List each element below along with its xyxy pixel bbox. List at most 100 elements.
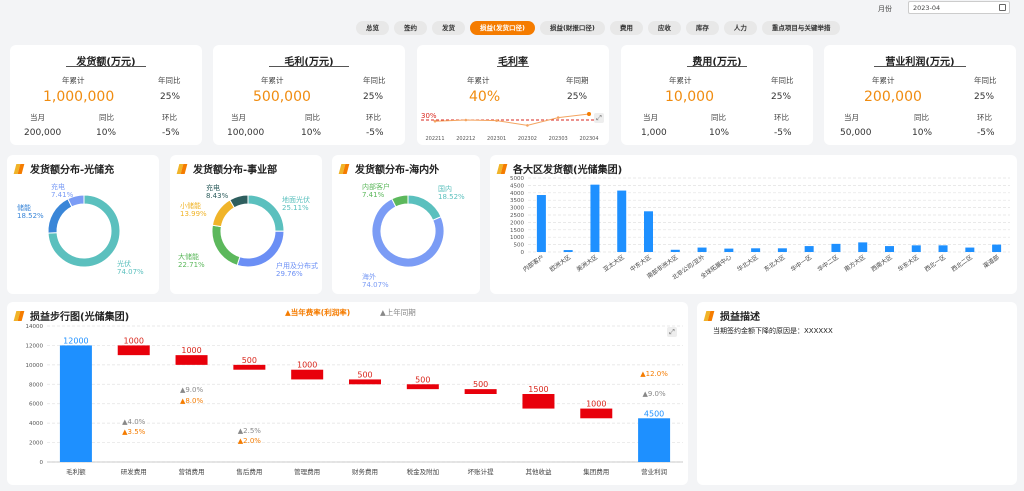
kpi-card-operating-profit: 营业利润(万元) 年累计 年同比 200,000 25% 当月 同比 环比 50… xyxy=(824,45,1016,145)
tab-inventory[interactable]: 库存 xyxy=(685,21,719,35)
slice-name-label: 储能 xyxy=(17,203,31,212)
slice-name-label: 内部客户 xyxy=(362,182,390,191)
y-tick-label: 8000 xyxy=(29,382,43,388)
slice-pct-label: 74.07% xyxy=(362,281,389,289)
x-tick-label: 南方大区 xyxy=(843,253,867,273)
kpi-month-mom-value: -5% xyxy=(977,128,995,138)
current-rate-label: ▲2.0% xyxy=(238,437,262,445)
slice-pct-label: 13.99% xyxy=(180,210,207,218)
kpi-ytd-label: 年累计 xyxy=(62,76,85,85)
tab-pl-shipment[interactable]: 损益(发货口径) xyxy=(470,21,535,35)
decrease-bar xyxy=(580,408,613,419)
slice-pct-label: 22.71% xyxy=(178,261,205,269)
total-bar xyxy=(638,418,671,462)
donut-slice xyxy=(407,194,442,221)
prev-rate-label: ▲4.0% xyxy=(122,418,146,426)
expand-icon[interactable]: ⤢ xyxy=(667,327,677,337)
y-tick-label: 5000 xyxy=(510,176,524,182)
slice-pct-label: 7.41% xyxy=(51,191,74,199)
slice-pct-label: 7.41% xyxy=(362,191,385,199)
y-tick-label: 500 xyxy=(514,243,525,249)
current-rate-label: ▲12.0% xyxy=(640,370,668,378)
x-tick-label: 毛利额 xyxy=(66,467,86,476)
section-flag-icon xyxy=(703,310,715,321)
y-tick-label: 10000 xyxy=(26,363,44,369)
region-bar xyxy=(992,244,1002,252)
region-bar xyxy=(563,250,573,252)
bar-value-label: 12000 xyxy=(63,336,88,345)
tab-pl-financial[interactable]: 损益(财报口径) xyxy=(539,21,605,35)
donut-slice xyxy=(211,199,236,228)
kpi-ytd-label: 年累计 xyxy=(261,76,284,85)
slice-name-label: 小储能 xyxy=(180,201,201,210)
calendar-icon[interactable] xyxy=(999,4,1006,11)
kpi-month-yoy-value: 10% xyxy=(912,128,933,138)
month-picker[interactable]: 2023-04 xyxy=(908,1,1010,14)
tab-hr[interactable]: 人力 xyxy=(723,21,757,35)
bar-value-label: 1000 xyxy=(124,336,144,345)
section-title: 损益步行图(光储集团) xyxy=(30,312,130,323)
expand-icon[interactable]: ⤢ xyxy=(594,113,604,123)
x-tick-label: 欧洲大区 xyxy=(548,253,572,273)
region-bar xyxy=(751,248,761,252)
tab-key-projects[interactable]: 重点项目与关键举措 xyxy=(761,21,841,35)
section-title: 发货额分布-光储充 xyxy=(30,165,115,176)
kpi-yoy-value: 25% xyxy=(160,92,181,102)
decrease-bar xyxy=(406,384,439,390)
x-tick-label: 美洲大区 xyxy=(575,253,599,273)
slice-name-label: 海外 xyxy=(362,272,376,281)
waterfall-chart: 0 2000 4000 6000 8000 10000 12000 14000 12000 毛利额… xyxy=(26,324,683,476)
donut-card-division: 地面光伏 25.11% 户用及分布式 29.76% 大储能 22.71% 小储能 13.99%… xyxy=(170,155,322,294)
legend-current-rate[interactable]: ▲当年费率(利润率) xyxy=(285,307,350,318)
month-label: 月份 xyxy=(878,5,892,13)
kpi-ytd-value: 1,000,000 xyxy=(43,89,115,105)
region-bar xyxy=(965,247,975,252)
slice-name-label: 光伏 xyxy=(117,259,131,268)
trend-point xyxy=(556,116,560,119)
region-bar xyxy=(590,184,600,252)
region-shipment-card: 0 500 1000 1500 2000 2500 3000 3500 4000 4500 5000… xyxy=(490,155,1017,294)
bar-value-label: 1000 xyxy=(586,400,606,409)
bar-value-label: 500 xyxy=(473,380,488,389)
x-tick-label: 营业利润 xyxy=(641,467,667,476)
x-tick-label: 财务费用 xyxy=(352,467,378,476)
region-bar xyxy=(804,246,814,252)
bar-value-label: 1000 xyxy=(181,346,201,355)
bar-value-label: 1000 xyxy=(297,361,317,370)
x-tick-label: 亚太大区 xyxy=(602,253,626,273)
kpi-month-mom-label: 环比 xyxy=(162,113,177,122)
tab-receivable[interactable]: 应收 xyxy=(647,21,681,35)
reference-label: 30% xyxy=(421,112,437,120)
waterfall-card: 0 2000 4000 6000 8000 10000 12000 14000 12000 毛利额… xyxy=(7,302,688,485)
tab-shipment[interactable]: 发货 xyxy=(432,21,465,35)
y-tick-label: 14000 xyxy=(26,324,44,330)
donut-slice xyxy=(247,194,285,232)
y-tick-label: 0 xyxy=(521,250,525,256)
region-bar xyxy=(831,243,841,252)
region-bar xyxy=(938,245,948,252)
current-rate-label: ▲8.0% xyxy=(180,397,204,405)
x-tick-label: 售后费用 xyxy=(236,467,262,476)
bar-value-label: 500 xyxy=(357,370,372,379)
kpi-yoy-value: 25% xyxy=(974,92,995,102)
tab-signing[interactable]: 签约 xyxy=(394,21,427,35)
tab-expense[interactable]: 费用 xyxy=(609,21,643,35)
x-tick-label: 华东大区 xyxy=(896,253,920,273)
region-bar xyxy=(911,245,921,252)
kpi-month-label: 当月 xyxy=(844,113,859,122)
kpi-yoy-label: 年同比 xyxy=(363,76,386,85)
donut-card-domestic-overseas: 国内 18.52% 海外 74.07% 内部客户 7.41% 发货额分布-海内外 xyxy=(332,155,480,294)
x-tick-label: 202302 xyxy=(518,136,537,142)
legend-prev-year[interactable]: ▲上年同期 xyxy=(380,307,416,318)
region-bar xyxy=(724,248,734,252)
section-title: 损益描述 xyxy=(720,312,760,323)
kpi-month-mom-value: -5% xyxy=(366,128,384,138)
donut-card-pv-storage: 光伏 74.07% 储能 18.52% 充电 7.41% 发货额分布-光储充 xyxy=(7,155,159,294)
kpi-month-mom-label: 环比 xyxy=(366,113,381,122)
region-bar xyxy=(617,190,627,252)
kpi-month-mom-label: 环比 xyxy=(977,113,992,122)
decrease-bar xyxy=(522,394,555,409)
tab-overview[interactable]: 总览 xyxy=(356,21,389,35)
x-tick-label: 202301 xyxy=(487,136,506,142)
x-tick-label: 西北二区 xyxy=(950,253,974,273)
